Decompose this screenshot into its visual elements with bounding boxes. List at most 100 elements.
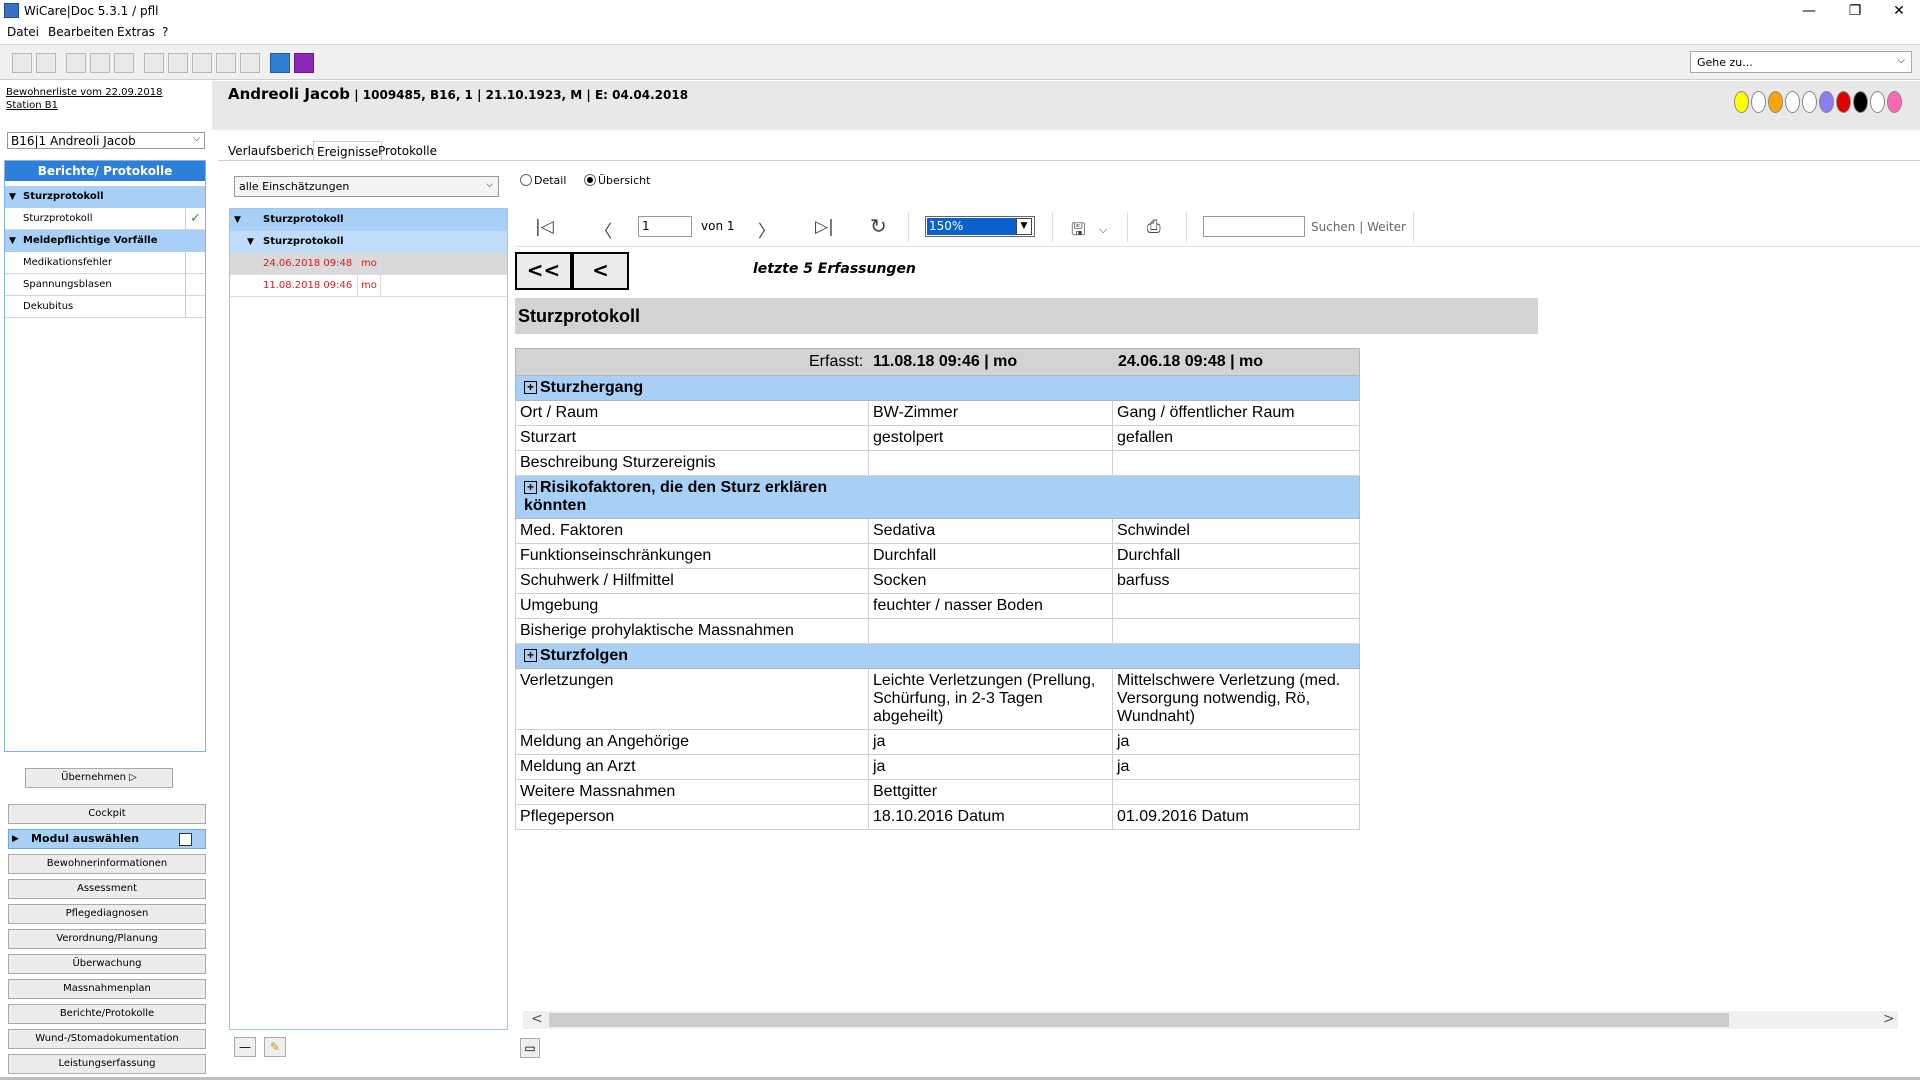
tab-protokolle[interactable]: Protokolle [375, 141, 440, 161]
status-dot-yellow[interactable] [1734, 91, 1749, 113]
modul-select-row[interactable]: ▶ Modul auswählen [8, 829, 206, 849]
nav-berichte-protokolle[interactable]: Berichte/Protokolle [8, 1004, 206, 1024]
window-icon[interactable] [90, 53, 110, 73]
title-bar: WiCare|Doc 5.3.1 / pfll — ❐ ✕ [0, 0, 1920, 22]
row-value-2 [1113, 780, 1359, 804]
tree-item-medikationsfehler[interactable]: Medikationsfehler [5, 252, 205, 274]
nav-ueberwachung[interactable]: Überwachung [8, 954, 206, 974]
prev-records-button[interactable]: < [572, 252, 629, 290]
window-icon[interactable]: ▭ [520, 1038, 540, 1058]
row-label: Verletzungen [516, 669, 869, 729]
page-input[interactable]: 1 [638, 216, 692, 237]
chevron-down-icon: ⌵ [193, 134, 200, 144]
chevron-down-icon[interactable]: ⌵ [1099, 223, 1107, 237]
cockpit-button[interactable]: Cockpit [8, 804, 206, 824]
print-icon[interactable]: ⎙ [1147, 217, 1161, 237]
tree-group-sturzprotokoll[interactable]: ▼ Sturzprotokoll [5, 186, 205, 208]
save-icon[interactable]: 🖫 [1071, 217, 1085, 246]
tree-item-dekubitus[interactable]: Dekubitus [5, 296, 205, 318]
row-value-1 [869, 619, 1113, 643]
book-icon[interactable] [270, 53, 290, 73]
section-risikofaktoren[interactable]: + Risikofaktoren, die den Sturz erklären … [515, 476, 1360, 519]
row-label: Meldung an Angehörige [516, 730, 869, 754]
status-dot-pink[interactable] [1887, 91, 1902, 113]
undo-icon[interactable] [36, 53, 56, 73]
event-subgroup[interactable]: ▼ Sturzprotokoll [230, 231, 507, 253]
status-dot-white[interactable] [1802, 91, 1817, 113]
save-icon[interactable] [12, 53, 32, 73]
user-settings-icon[interactable] [216, 53, 236, 73]
scroll-left-icon[interactable]: < [531, 1011, 543, 1027]
tree-item-sturzprotokoll[interactable]: Sturzprotokoll ✓ [5, 208, 205, 230]
section-sturzhergang[interactable]: + Sturzhergang [515, 376, 1360, 401]
table-row: Verletzungen Leichte Verletzungen (Prellu… [515, 669, 1360, 730]
tab-verlaufsbericht[interactable]: Verlaufsbericht [225, 141, 322, 161]
row-label: Funktionseinschränkungen [516, 544, 869, 568]
uebernehmen-label: Übernehmen [61, 772, 126, 783]
prev-page-icon[interactable]: 〈 [595, 217, 612, 242]
horizontal-scrollbar[interactable]: < > [523, 1011, 1898, 1029]
resident-list-link[interactable]: Bewohnerliste vom 22.09.2018 [6, 87, 162, 98]
last-page-icon[interactable]: ▷| [815, 217, 834, 237]
pencil-icon[interactable]: ✎ [264, 1037, 286, 1057]
check-cell [185, 252, 205, 274]
row-value-1: Sedativa [869, 519, 1113, 543]
nav-bewohnerinformationen[interactable]: Bewohnerinformationen [8, 854, 206, 874]
add-icon[interactable] [66, 53, 86, 73]
search-links[interactable]: Suchen | Weiter [1311, 220, 1406, 234]
scrollbar-thumb[interactable] [549, 1013, 1729, 1027]
tree-group-meldepflichtige[interactable]: ▼ Meldepflichtige Vorfälle [5, 230, 205, 252]
minus-button[interactable]: — [234, 1037, 256, 1057]
event-entry[interactable]: 11.08.2018 09:46 mo [230, 275, 507, 297]
nav-verordnung-planung[interactable]: Verordnung/Planung [8, 929, 206, 949]
close-button[interactable]: ✕ [1876, 0, 1920, 22]
goto-select[interactable]: Gehe zu... ⌵ [1690, 51, 1912, 73]
first-page-icon[interactable]: |◁ [535, 217, 554, 237]
station-link[interactable]: Station B1 [6, 100, 58, 111]
search-input[interactable] [1203, 216, 1305, 237]
status-dot-white[interactable] [1751, 91, 1766, 113]
status-dot-purple[interactable] [1819, 91, 1834, 113]
nav-assessment[interactable]: Assessment [8, 879, 206, 899]
tree-item-spannungsblasen[interactable]: Spannungsblasen [5, 274, 205, 296]
first-records-button[interactable]: << [515, 252, 572, 290]
table-row: Ort / Raum BW-Zimmer Gang / öffentlicher R… [515, 401, 1360, 426]
nav-leistungserfassung[interactable]: Leistungserfassung [8, 1054, 206, 1074]
refresh-icon[interactable]: ↻ [870, 214, 887, 238]
menu-bearbeiten[interactable]: Bearbeiten [48, 25, 114, 39]
user-group-icon[interactable] [192, 53, 212, 73]
status-dot-white[interactable] [1785, 91, 1800, 113]
table-row: Meldung an Angehörige ja ja [515, 730, 1360, 755]
menu-extras[interactable]: Extras [117, 25, 155, 39]
zoom-select[interactable]: 150% ▼ [925, 216, 1035, 237]
nav-pflegediagnosen[interactable]: Pflegediagnosen [8, 904, 206, 924]
radio-detail[interactable]: Detail [520, 174, 566, 187]
menu-help[interactable]: ? [162, 25, 168, 39]
patient-select[interactable]: B16|1 Andreoli Jacob ⌵ [7, 132, 205, 149]
nav-wund-stomadokumentation[interactable]: Wund-/Stomadokumentation [8, 1029, 206, 1049]
nav-massnahmenplan[interactable]: Massnahmenplan [8, 979, 206, 999]
minimize-button[interactable]: — [1786, 0, 1832, 22]
column-1-header: 11.08.18 09:46 | mo [873, 353, 1018, 370]
status-dot-orange[interactable] [1768, 91, 1783, 113]
users-icon[interactable] [144, 53, 164, 73]
radio-uebersicht[interactable]: Übersicht [584, 174, 650, 187]
next-page-icon[interactable]: 〉 [758, 217, 775, 242]
section-sturzfolgen[interactable]: + Sturzfolgen [515, 644, 1360, 669]
event-group[interactable]: ▼ Sturzprotokoll [230, 209, 507, 231]
tab-ereignisse[interactable]: Ereignisse [313, 141, 383, 161]
row-value-2: Durchfall [1117, 547, 1181, 564]
edit-icon[interactable] [114, 53, 134, 73]
color-square-icon[interactable] [294, 53, 314, 73]
status-dot-red[interactable] [1836, 91, 1851, 113]
user-icon[interactable] [168, 53, 188, 73]
restore-button[interactable]: ❐ [1832, 0, 1878, 22]
menu-datei[interactable]: Datei [7, 25, 39, 39]
uebernehmen-button[interactable]: Übernehmen ▷ [25, 768, 173, 788]
refresh-icon[interactable] [240, 53, 260, 73]
assessment-filter-select[interactable]: alle Einschätzungen ⌵ [234, 176, 499, 197]
scroll-right-icon[interactable]: > [1883, 1011, 1895, 1027]
status-dot-black[interactable] [1853, 91, 1868, 113]
event-entry[interactable]: 24.06.2018 09:48 mo [230, 253, 507, 275]
status-dot-white[interactable] [1870, 91, 1885, 113]
